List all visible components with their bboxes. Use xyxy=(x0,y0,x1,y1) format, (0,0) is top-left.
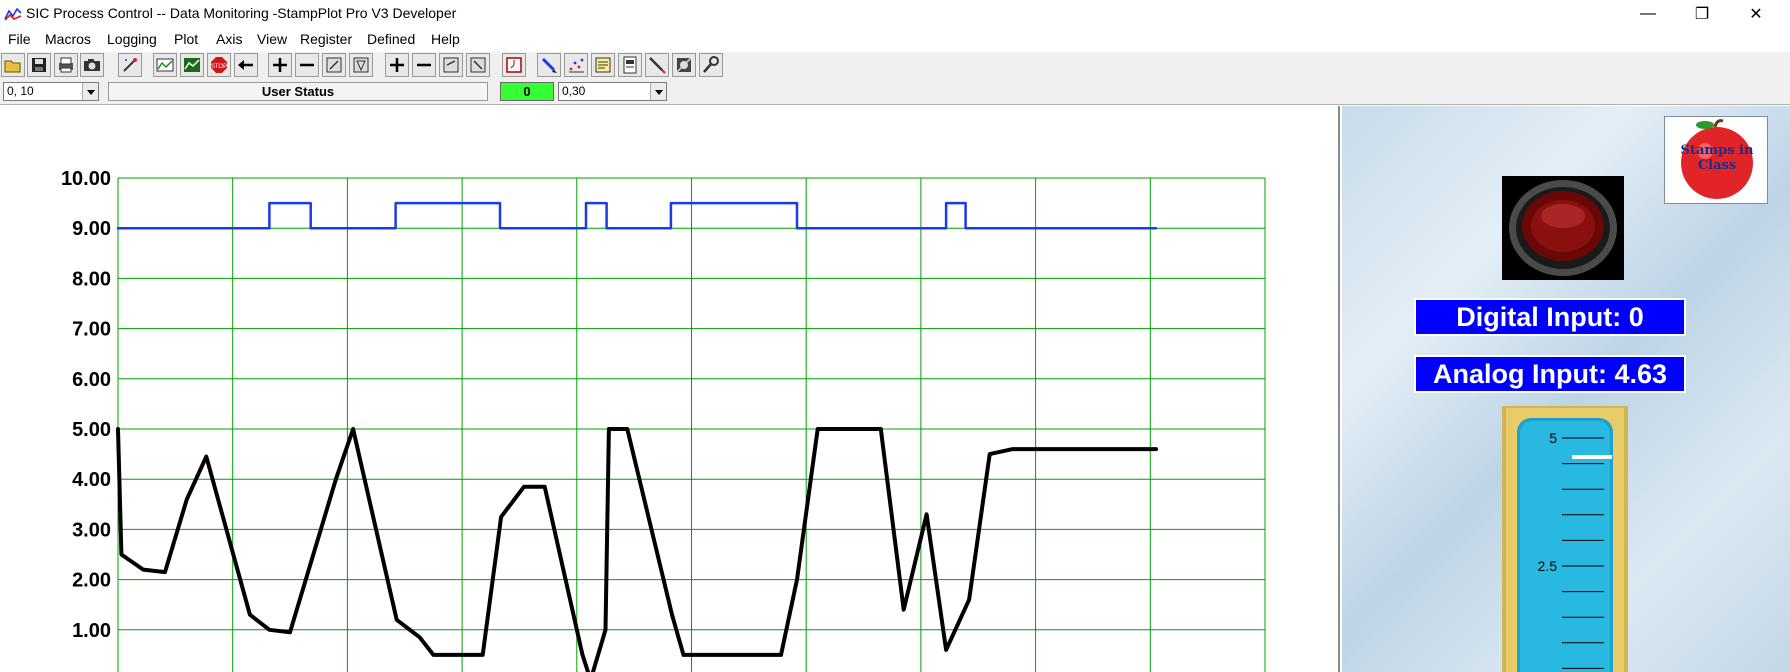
axis-left-icon[interactable] xyxy=(439,53,463,77)
menu-view[interactable]: View xyxy=(257,31,287,47)
zoom-in-icon[interactable] xyxy=(268,53,292,77)
open-icon[interactable] xyxy=(1,53,25,77)
menu-defined[interactable]: Defined xyxy=(367,31,415,47)
line-chart: 1.00 2.00 3.00 4.00 5.00 6.00 7.00 8.00 9.00 10.0… xyxy=(61,168,1266,672)
y-tick-label: 2.00 xyxy=(72,570,111,592)
y-tick-label: 1.00 xyxy=(72,620,111,642)
status-row: 0, 10 User Status 0 0,30 xyxy=(0,80,1790,105)
user-status-field: User Status xyxy=(108,82,488,101)
close-button[interactable]: ✕ xyxy=(1730,0,1782,28)
gauge-label-max: 5 xyxy=(1549,430,1557,446)
analog-series-line xyxy=(116,427,1158,672)
print-icon[interactable] xyxy=(54,53,78,77)
stop-icon[interactable]: STOP xyxy=(207,53,231,77)
y-tick-label: 6.00 xyxy=(72,369,111,391)
probe-icon[interactable] xyxy=(645,53,669,77)
menu-register[interactable]: Register xyxy=(300,31,352,47)
status-panel: Stamps in Class Digital Input: 0 Analog … xyxy=(1342,106,1790,672)
menu-help[interactable]: Help xyxy=(431,31,460,47)
wrench-icon[interactable] xyxy=(699,53,723,77)
menu-bar: File Macros Logging Plot Axis View Regis… xyxy=(0,28,1790,50)
y-tick-label: 4.00 xyxy=(72,469,111,491)
settings-icon[interactable] xyxy=(672,53,696,77)
stamps-in-class-logo: Stamps in Class xyxy=(1664,116,1768,204)
log-icon[interactable] xyxy=(618,53,642,77)
svg-text:STOP: STOP xyxy=(211,64,227,70)
title-bar: SIC Process Control -- Data Monitoring -… xyxy=(0,0,1790,28)
plot-icon[interactable] xyxy=(180,53,204,77)
y-tick-label: 10.00 xyxy=(61,168,111,190)
y-tick-label: 3.00 xyxy=(72,519,111,541)
count-indicator: 0 xyxy=(500,82,554,101)
menu-plot[interactable]: Plot xyxy=(174,31,198,47)
y-tick-label: 7.00 xyxy=(72,319,111,341)
plot-area[interactable]: 1.00 2.00 3.00 4.00 5.00 6.00 7.00 8.00 9.00 10.0… xyxy=(0,106,1340,672)
x-range-value: 0,30 xyxy=(562,84,586,98)
zoom-out-icon[interactable] xyxy=(295,53,319,77)
menu-macros[interactable]: Macros xyxy=(45,31,91,47)
save-icon[interactable] xyxy=(27,53,51,77)
axis-right-icon[interactable] xyxy=(466,53,490,77)
axis-expand-icon[interactable] xyxy=(322,53,346,77)
gauge-label-mid: 2.5 xyxy=(1538,558,1558,574)
y-range-select[interactable]: 0, 10 xyxy=(3,82,99,101)
connect-icon[interactable] xyxy=(153,53,177,77)
back-arrow-icon[interactable] xyxy=(234,53,258,77)
logo-text: Stamps in Class xyxy=(1680,143,1754,173)
app-icon xyxy=(4,7,22,21)
x-range-select[interactable]: 0,30 xyxy=(558,82,667,101)
digital-series-line xyxy=(116,201,1158,230)
notes-icon[interactable] xyxy=(591,53,615,77)
analog-input-display: Analog Input: 4.63 xyxy=(1414,355,1686,393)
digital-input-display: Digital Input: 0 xyxy=(1414,298,1686,336)
y-range-value: 0, 10 xyxy=(7,84,34,98)
zoom-out-icon[interactable] xyxy=(412,53,436,77)
digital-indicator-led xyxy=(1502,176,1624,280)
zoom-in-icon[interactable] xyxy=(385,53,409,77)
axis-shrink-icon[interactable] xyxy=(349,53,373,77)
menu-logging[interactable]: Logging xyxy=(107,31,157,47)
analog-level-gauge: 5 2.5 xyxy=(1502,406,1628,672)
chevron-down-icon[interactable] xyxy=(650,83,666,100)
clock-icon[interactable] xyxy=(502,53,526,77)
chevron-down-icon[interactable] xyxy=(82,83,98,100)
clear-icon[interactable] xyxy=(118,53,142,77)
y-tick-label: 8.00 xyxy=(72,268,111,290)
snapshot-icon[interactable] xyxy=(80,53,104,77)
menu-file[interactable]: File xyxy=(8,31,31,47)
y-tick-label: 5.00 xyxy=(72,419,111,441)
window-title: SIC Process Control -- Data Monitoring -… xyxy=(26,5,457,21)
restore-button[interactable]: ❐ xyxy=(1676,0,1728,28)
pen-icon[interactable] xyxy=(537,53,561,77)
menu-axis[interactable]: Axis xyxy=(216,31,242,47)
toolbar: STOP xyxy=(0,52,1790,80)
points-icon[interactable] xyxy=(564,53,588,77)
y-tick-label: 9.00 xyxy=(72,218,111,240)
minimize-button[interactable]: — xyxy=(1622,0,1674,28)
